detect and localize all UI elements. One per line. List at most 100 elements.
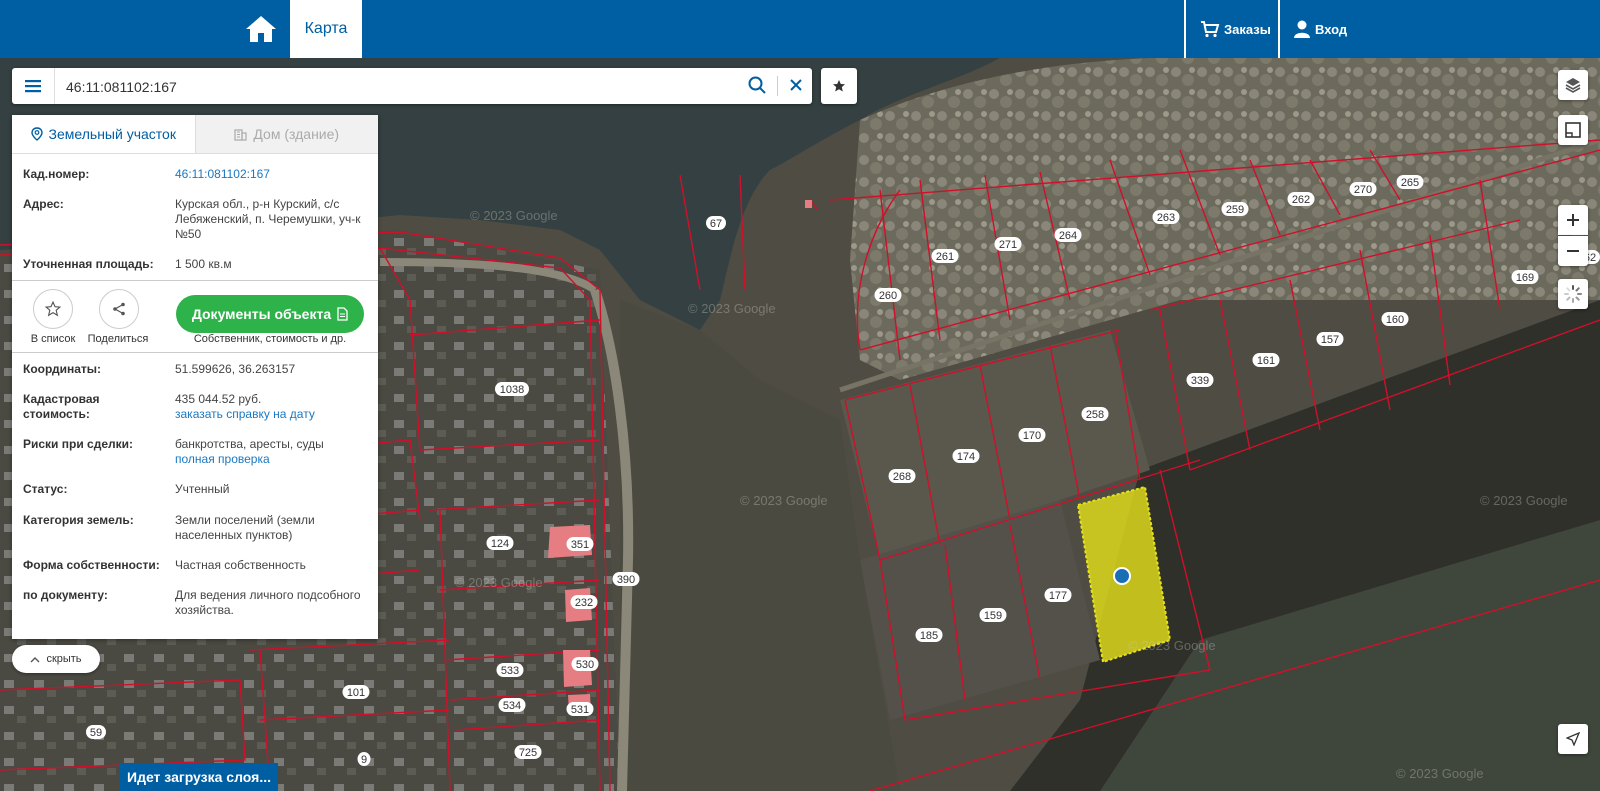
parcel-number-label[interactable]: 533: [496, 663, 524, 677]
watermark: © 2023 Google: [1480, 493, 1568, 508]
navigation-arrow-icon: [1566, 732, 1580, 746]
home-button[interactable]: [238, 0, 284, 58]
parcel-number-label[interactable]: 530: [571, 657, 599, 671]
watermark: © 2023 Google: [1128, 638, 1216, 653]
parcel-number-label[interactable]: 185: [915, 628, 943, 642]
field-cadastral-cost: Кадастровая стоимость: 435 044.52 руб. з…: [23, 392, 368, 424]
field-value: банкротства, аресты, суды полная проверк…: [175, 437, 365, 467]
parcel-number-label[interactable]: 260: [874, 288, 902, 302]
parcel-number-label[interactable]: 262: [1287, 192, 1315, 206]
divider: [777, 76, 778, 96]
clear-button[interactable]: [788, 77, 806, 95]
zoom-in-button[interactable]: [1558, 205, 1588, 235]
add-to-list-button[interactable]: [33, 289, 73, 329]
field-land-category: Категория земель: Земли поселений (земли…: [23, 513, 368, 545]
parcel-number-label[interactable]: 124: [486, 536, 514, 550]
parcel-number-label[interactable]: 390: [612, 572, 640, 586]
parcel-number-label[interactable]: 339: [1186, 373, 1214, 387]
parcel-number-label[interactable]: 258: [1081, 407, 1109, 421]
orders-link[interactable]: Заказы: [1200, 0, 1271, 58]
object-info-panel: Земельный участок Дом (здание) Кад.номер…: [12, 115, 378, 639]
parcel-number: 1038: [500, 384, 524, 396]
tab-land-plot[interactable]: Земельный участок: [12, 115, 195, 153]
field-value: Для ведения личного подсобного хозяйства…: [175, 588, 361, 617]
tab-house-label: Дом (здание): [253, 126, 340, 142]
parcel-number-label[interactable]: 1038: [495, 382, 529, 396]
parcel-number-label[interactable]: 259: [1221, 202, 1249, 216]
parcel-number-label[interactable]: 232: [570, 595, 598, 609]
parcel-number: 159: [984, 610, 1002, 622]
field-value: Курская обл., р-н Курский, с/с Лебяженск…: [175, 197, 361, 241]
parcel-number-label[interactable]: 160: [1381, 312, 1409, 326]
parcel-number-label[interactable]: 101: [342, 685, 370, 699]
parcel-number-label[interactable]: 268: [888, 469, 916, 483]
parcel-number: 271: [999, 239, 1017, 251]
parcel-number: 177: [1049, 590, 1067, 602]
field-by-document: по документу: Для ведения личного подсоб…: [23, 588, 368, 620]
parcel-number-label[interactable]: 725: [514, 745, 542, 759]
parcel-number: 59: [90, 727, 102, 739]
parcel-number: 268: [893, 471, 911, 483]
parcel-number-label[interactable]: 531: [566, 702, 594, 716]
parcel-number-label[interactable]: 261: [931, 249, 959, 263]
parcel-number: 258: [1086, 409, 1104, 421]
share-icon: [113, 302, 125, 316]
parcel-number-label[interactable]: 59: [86, 725, 106, 739]
parcel-number-label[interactable]: 265: [1396, 175, 1424, 189]
parcel-number: 264: [1059, 230, 1077, 242]
layers-icon: [1565, 78, 1581, 93]
search-button[interactable]: [748, 76, 768, 96]
watermark: © 2023 Google: [1396, 766, 1484, 781]
parcel-number-label[interactable]: 159: [979, 608, 1007, 622]
watermark: © 2023 Google: [455, 575, 543, 590]
menu-button[interactable]: [12, 68, 55, 104]
search-icon: [748, 76, 766, 94]
parcel-number: 157: [1321, 334, 1339, 346]
parcel-number-label[interactable]: 270: [1349, 182, 1377, 196]
full-check-link[interactable]: полная проверка: [175, 452, 365, 467]
parcel-number: 339: [1191, 375, 1209, 387]
parcel-number-label[interactable]: 9: [357, 752, 371, 766]
hide-panel-button[interactable]: скрыть: [12, 645, 100, 673]
layers-button[interactable]: [1558, 70, 1588, 100]
field-label: Категория земель:: [23, 513, 134, 527]
parcel-number-label[interactable]: 534: [498, 698, 526, 712]
parcel-number-label[interactable]: 177: [1044, 588, 1072, 602]
ruler-button[interactable]: [1558, 115, 1588, 145]
hide-panel-label: скрыть: [46, 653, 82, 665]
parcel-number-label[interactable]: 157: [1316, 332, 1344, 346]
close-icon: [790, 79, 802, 91]
login-link[interactable]: Вход: [1294, 0, 1347, 58]
login-label: Вход: [1315, 21, 1348, 37]
zoom-out-button[interactable]: [1558, 236, 1588, 266]
geolocate-button[interactable]: [1558, 724, 1588, 754]
parcel-number-label[interactable]: 161: [1252, 353, 1280, 367]
tab-map[interactable]: Карта: [290, 0, 362, 58]
object-documents-button[interactable]: Документы объекта: [176, 295, 364, 333]
tab-house[interactable]: Дом (здание): [194, 115, 378, 153]
parcel-number-label[interactable]: 264: [1054, 228, 1082, 242]
favorites-button[interactable]: [821, 68, 857, 104]
parcel-number-label[interactable]: 170: [1018, 428, 1046, 442]
building-icon: [234, 128, 248, 141]
parcel-number: 232: [575, 597, 593, 609]
order-certificate-link[interactable]: заказать справку на дату: [175, 407, 365, 422]
field-value: 1 500 кв.м: [175, 257, 232, 271]
loading-spinner: [1558, 279, 1588, 309]
search-input[interactable]: [64, 74, 748, 100]
cad-number-link[interactable]: 46:11:081102:167: [175, 167, 365, 182]
share-button[interactable]: [99, 289, 139, 329]
document-icon: [337, 307, 348, 321]
parcel-number-label[interactable]: 351: [566, 537, 594, 551]
share-label: Поделиться: [87, 333, 149, 345]
field-coordinates: Координаты: 51.599626, 36.263157: [23, 362, 368, 378]
field-label: Адрес:: [23, 197, 64, 211]
parcel-number: 270: [1354, 184, 1372, 196]
parcel-number-label[interactable]: 67: [706, 216, 726, 230]
parcel-number: 351: [571, 539, 589, 551]
parcel-number-label[interactable]: 169: [1511, 270, 1539, 284]
parcel-number-label[interactable]: 174: [952, 449, 980, 463]
parcel-number-label[interactable]: 263: [1152, 210, 1180, 224]
parcel-number-label[interactable]: 271: [994, 237, 1022, 251]
parcel-number: 534: [503, 700, 521, 712]
